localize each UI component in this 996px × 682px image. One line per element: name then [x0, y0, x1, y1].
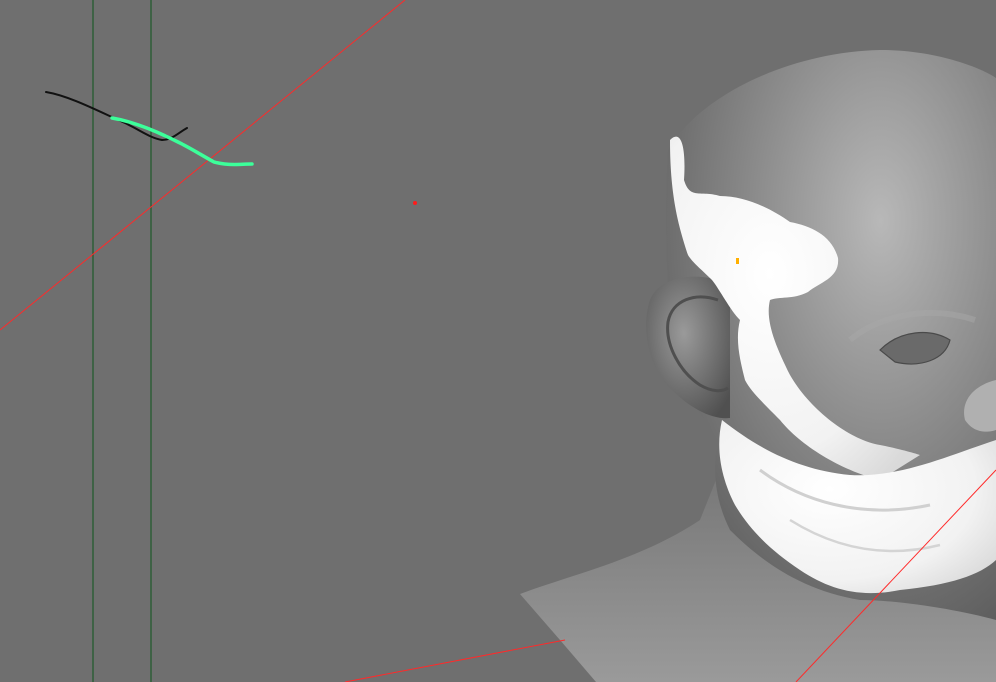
3d-viewport[interactable]	[0, 0, 996, 682]
viewport-canvas[interactable]	[0, 0, 996, 682]
pivot-point[interactable]	[413, 201, 417, 205]
selection-marker[interactable]	[736, 258, 739, 264]
